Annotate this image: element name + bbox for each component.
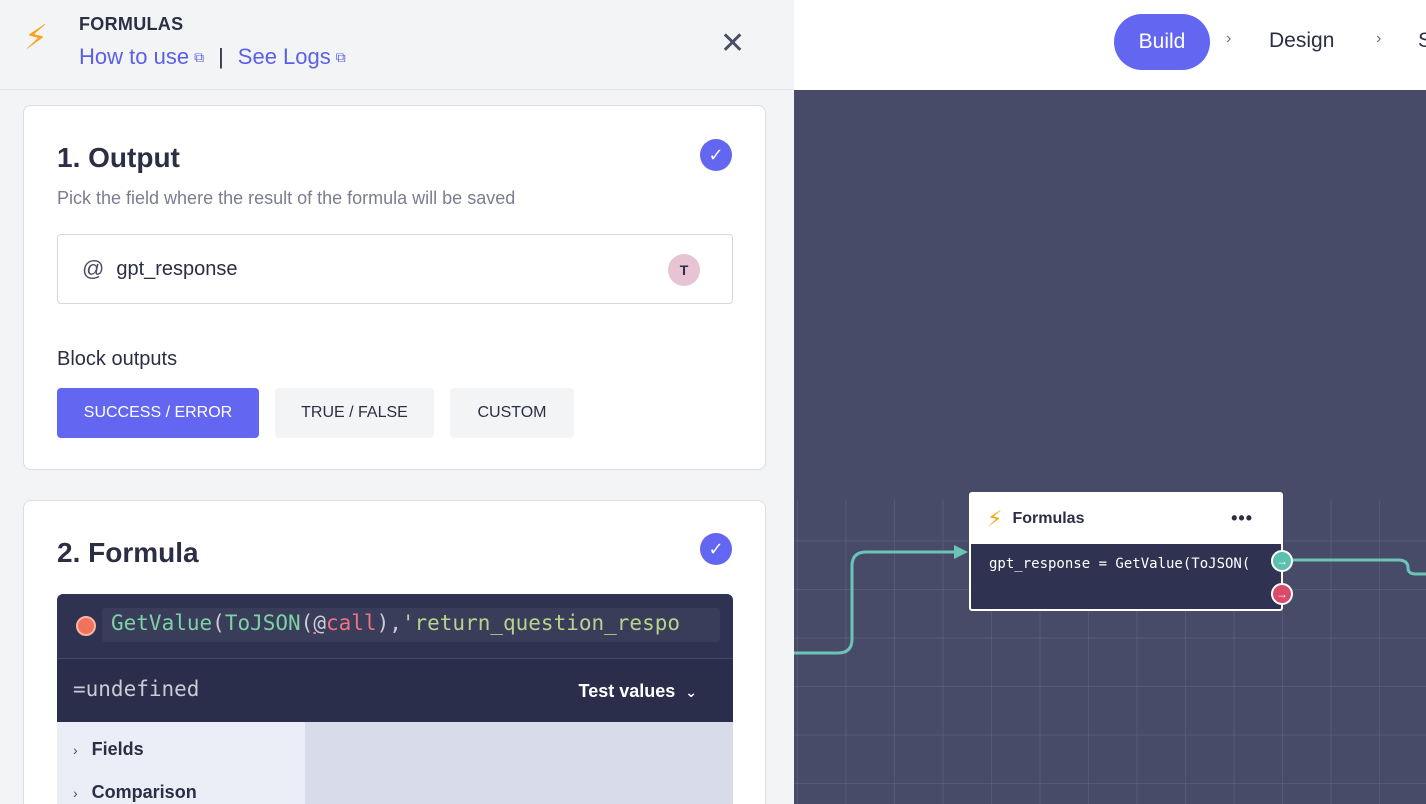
close-icon[interactable]: ✕ [720, 26, 745, 61]
output-subtitle: Pick the field where the result of the f… [57, 188, 516, 208]
external-link-icon: ⧉ [194, 48, 205, 65]
true-false-option[interactable]: TRUE / FALSE [275, 388, 434, 438]
incoming-connector [794, 550, 956, 655]
function-detail-pane [305, 722, 733, 804]
bolt-icon: ⚡ [987, 506, 1003, 531]
chevron-right-icon: › [73, 742, 78, 758]
tree-item-comparison[interactable]: › Comparison [73, 782, 197, 803]
step-separator: › [1376, 30, 1382, 47]
flow-canvas[interactable]: ⚡ Formulas ••• gpt_response = GetValue(T… [794, 90, 1426, 804]
see-logs-link[interactable]: See Logs [238, 44, 331, 70]
node-header: ⚡ Formulas ••• [971, 494, 1281, 544]
formula-title: 2. Formula [57, 537, 199, 568]
type-badge: T [668, 254, 700, 286]
output-field-select[interactable]: @ gpt_response T [57, 234, 733, 304]
success-port-icon[interactable]: → [1271, 550, 1293, 572]
link-separator: | [218, 44, 224, 69]
external-link-icon: ⧉ [335, 48, 346, 65]
success-error-option[interactable]: SUCCESS / ERROR [57, 388, 259, 438]
error-indicator-icon [76, 616, 96, 636]
formula-card: 2. Formula ✓ GetValue(ToJSON(@call),'ret… [23, 500, 766, 804]
node-title: Formulas [1012, 510, 1085, 527]
output-title: 1. Output [57, 142, 180, 173]
panel-links: How to use ⧉ | See Logs ⧉ [79, 44, 346, 70]
formula-code-input[interactable]: GetValue(ToJSON(@call),'return_question_… [102, 608, 720, 642]
at-icon: @ [82, 256, 105, 281]
node-formula-preview: gpt_response = GetValue(ToJSON( [989, 556, 1251, 572]
output-field-value: gpt_response [116, 257, 238, 280]
connector-lines [794, 545, 1426, 655]
formula-editor[interactable]: GetValue(ToJSON(@call),'return_question_… [57, 594, 733, 658]
formulas-node[interactable]: ⚡ Formulas ••• gpt_response = GetValue(T… [969, 492, 1293, 611]
function-tree: › Fields › Comparison [57, 722, 305, 804]
block-outputs-label: Block outputs [57, 348, 178, 370]
output-card: 1. Output ✓ Pick the field where the res… [23, 105, 766, 470]
custom-option[interactable]: CUSTOM [450, 388, 574, 438]
formula-result-bar: =undefined Test values ⌄ [57, 658, 733, 722]
error-port-icon[interactable]: → [1271, 583, 1293, 605]
chevron-right-icon: › [73, 785, 78, 801]
check-icon: ✓ [700, 533, 732, 565]
incoming-arrowhead [954, 545, 968, 559]
bolt-icon: ⚡ [24, 19, 48, 57]
test-values-toggle[interactable]: Test values ⌄ [579, 681, 697, 702]
formulas-panel: ⚡ FORMULAS How to use ⧉ | See Logs ⧉ ✕ 1… [0, 0, 794, 804]
outgoing-connector [1293, 558, 1426, 576]
step-design-button[interactable]: Design [1269, 29, 1334, 53]
chevron-down-icon: ⌄ [685, 684, 697, 700]
tree-item-fields[interactable]: › Fields [73, 739, 144, 760]
check-icon: ✓ [700, 139, 732, 171]
step-build-button[interactable]: Build [1114, 14, 1210, 70]
formula-result: =undefined [73, 677, 200, 701]
panel-header: ⚡ FORMULAS How to use ⧉ | See Logs ⧉ ✕ [0, 0, 794, 90]
top-bar: Build › Design › S [794, 0, 1426, 90]
panel-kicker: FORMULAS [79, 14, 184, 34]
step-separator: › [1226, 30, 1232, 47]
more-options-icon[interactable]: ••• [1231, 508, 1253, 529]
how-to-use-link[interactable]: How to use [79, 44, 189, 70]
step-next-button[interactable]: S [1418, 29, 1426, 53]
